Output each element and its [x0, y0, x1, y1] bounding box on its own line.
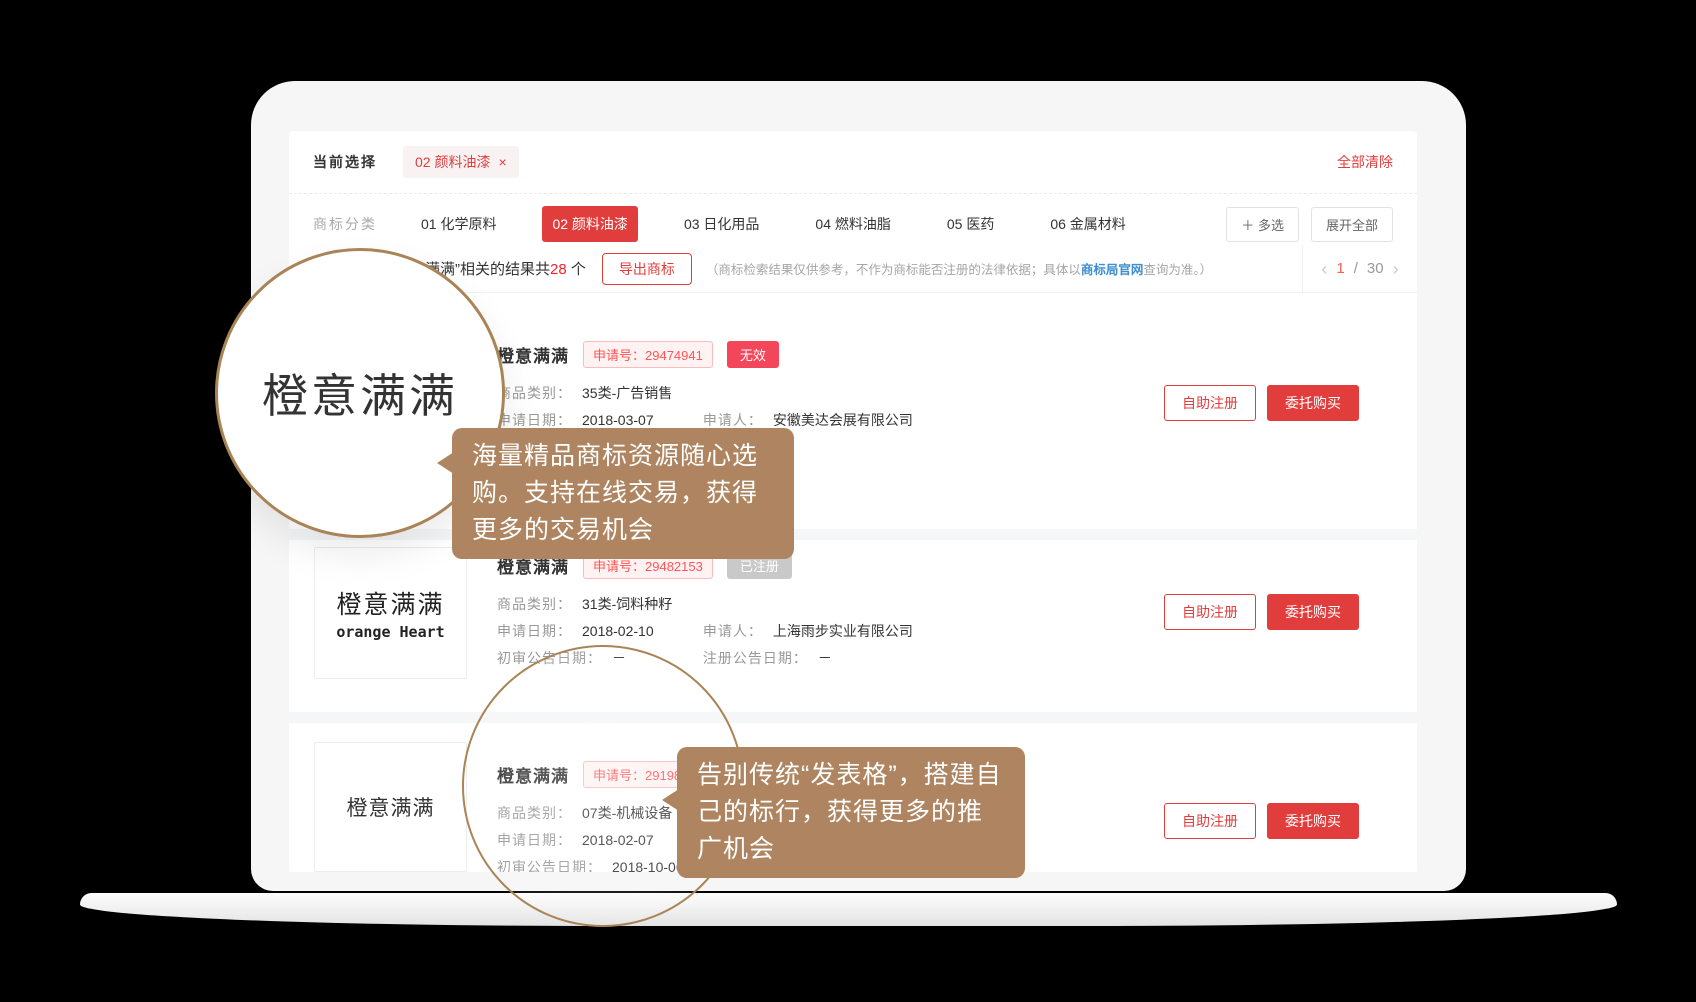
trademark-office-link[interactable]: 商标局官网	[1081, 263, 1144, 277]
apply-date-label: 申请日期：	[497, 623, 572, 639]
magnified-trademark-text: 橙意满满	[262, 360, 458, 426]
category-item-03[interactable]: 03 日化用品	[674, 206, 769, 242]
registration-publication-value: －	[818, 650, 832, 666]
trademark-name[interactable]: 橙意满满	[497, 342, 569, 367]
category-item-04[interactable]: 04 燃料油脂	[805, 206, 900, 242]
category-item-06[interactable]: 06 金属材料	[1040, 206, 1135, 242]
export-trademarks-button[interactable]: 导出商标	[602, 253, 692, 285]
expand-all-button[interactable]: 展开全部	[1311, 207, 1393, 242]
selected-filter-tag[interactable]: 02 颜料油漆 ×	[403, 146, 519, 178]
chevron-right-icon[interactable]: ›	[1393, 260, 1399, 278]
category-row-label: 商标分类	[313, 214, 377, 234]
row-actions: 自助注册 委托购买	[1164, 385, 1359, 421]
entrust-buy-button[interactable]: 委托购买	[1267, 594, 1359, 630]
pagination-total-pages: 30	[1367, 260, 1384, 277]
current-selection-label: 当前选择	[313, 152, 377, 172]
category-item-02-selected[interactable]: 02 颜料油漆	[542, 206, 637, 242]
chevron-left-icon[interactable]: ‹	[1321, 260, 1327, 278]
results-summary-suffix: 个	[567, 261, 586, 278]
application-number-label: 申请号：	[593, 348, 645, 363]
selected-filter-tag-label: 02 颜料油漆	[415, 152, 490, 172]
trademark-mark-text: 橙意满满	[347, 792, 435, 822]
disclaimer-text-pre: （商标检索结果仅供参考，不作为商标能否注册的法律依据；具体以	[706, 263, 1081, 277]
multi-select-button[interactable]: ＋ 多选	[1226, 207, 1299, 242]
applicant-value: 安徽美达会展有限公司	[773, 412, 913, 428]
results-disclaimer: （商标检索结果仅供参考，不作为商标能否注册的法律依据；具体以商标局官网查询为准。…	[706, 259, 1212, 278]
apply-date-label: 申请日期：	[497, 412, 572, 428]
category-value: 35类-广告销售	[582, 385, 672, 401]
self-register-button[interactable]: 自助注册	[1164, 594, 1256, 630]
pagination: ‹ 1 / 30 ›	[1302, 245, 1417, 292]
category-item-05[interactable]: 05 医药	[937, 206, 1004, 242]
status-badge: 无效	[727, 341, 779, 368]
disclaimer-text-post: 查询为准。）	[1143, 263, 1212, 277]
laptop-base	[80, 893, 1617, 926]
apply-date-value: 2018-03-07	[582, 412, 654, 428]
trademark-mark-subtext: orange Heart	[336, 623, 444, 641]
current-selection-row: 当前选择 02 颜料油漆 × 全部清除	[289, 131, 1417, 193]
apply-date-value: 2018-02-10	[582, 623, 654, 639]
callout-bubble-marketplace: 海量精品商标资源随心选购。支持在线交易，获得更多的交易机会	[452, 428, 794, 559]
pagination-current-page: 1	[1336, 260, 1344, 277]
registration-publication-label: 注册公告日期：	[703, 650, 808, 666]
category-item-01[interactable]: 01 化学原料	[411, 206, 506, 242]
trademark-image-box[interactable]: 橙意满满 orange Heart	[314, 547, 467, 679]
application-number-value: 29482153	[645, 559, 703, 574]
page: 当前选择 02 颜料油漆 × 全部清除 商标分类 01 化学原料 02 颜料油漆…	[0, 0, 1696, 1002]
category-label: 商品类别：	[497, 385, 572, 401]
results-count: 28	[550, 261, 567, 278]
category-label: 商品类别：	[497, 596, 572, 612]
trademark-result-row: 橙意满满 orange Heart 橙意满满 申请号：29482153 已注册 …	[289, 540, 1417, 712]
applicant-label: 申请人：	[703, 623, 763, 639]
row-actions: 自助注册 委托购买	[1164, 594, 1359, 630]
application-number-label: 申请号：	[593, 559, 645, 574]
filter-panel: 当前选择 02 颜料油漆 × 全部清除 商标分类 01 化学原料 02 颜料油漆…	[289, 131, 1417, 254]
entrust-buy-button[interactable]: 委托购买	[1267, 385, 1359, 421]
category-value: 31类-饲料种籽	[582, 596, 672, 612]
callout-bubble-promotion: 告别传统“发表格”，搭建自己的标行，获得更多的推广机会	[677, 747, 1025, 878]
applicant-value: 上海雨步实业有限公司	[773, 623, 913, 639]
clear-all-link[interactable]: 全部清除	[1337, 152, 1393, 172]
application-number-value: 29474941	[645, 348, 703, 363]
close-icon[interactable]: ×	[498, 154, 506, 170]
entrust-buy-button[interactable]: 委托购买	[1267, 803, 1359, 839]
application-number-tag: 申请号：29474941	[583, 341, 713, 368]
applicant-label: 申请人：	[703, 412, 763, 428]
row-actions: 自助注册 委托购买	[1164, 803, 1359, 839]
self-register-button[interactable]: 自助注册	[1164, 385, 1256, 421]
self-register-button[interactable]: 自助注册	[1164, 803, 1256, 839]
trademark-mark-text: 橙意满满	[336, 585, 444, 621]
pagination-separator: /	[1354, 260, 1358, 277]
row-divider	[289, 712, 1417, 723]
trademark-image-box[interactable]: 橙意满满	[314, 742, 467, 872]
